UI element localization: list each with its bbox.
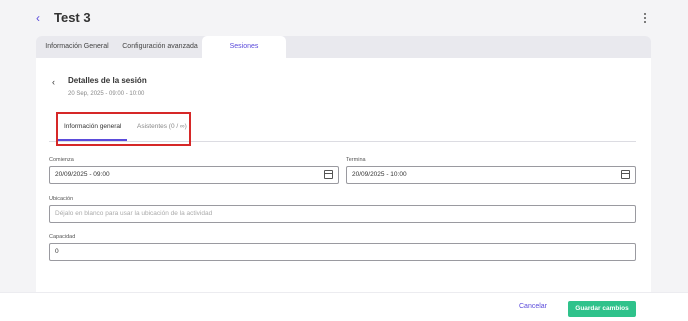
capacity-label: Capacidad <box>49 234 76 240</box>
capacity-input[interactable]: 0 <box>49 243 636 261</box>
end-value: 20/09/2025 - 10:00 <box>352 171 407 178</box>
cancel-button[interactable]: Cancelar <box>519 303 547 310</box>
top-bar: ‹ Test 3 <box>0 0 688 36</box>
session-title: Detalles de la sesión <box>68 76 147 85</box>
start-datetime-input[interactable]: 20/09/2025 - 09:00 <box>49 166 339 184</box>
end-datetime-input[interactable]: 20/09/2025 - 10:00 <box>346 166 636 184</box>
end-label: Termina <box>346 157 366 163</box>
session-back-icon[interactable]: ‹ <box>52 77 62 87</box>
calendar-icon[interactable] <box>324 170 333 179</box>
tab-informacion-general[interactable]: Información General <box>36 36 118 58</box>
kebab-menu-icon[interactable] <box>639 11 651 25</box>
back-chevron-icon[interactable]: ‹ <box>36 12 48 24</box>
session-subtitle: 20 Sep, 2025 - 09:00 - 10:00 <box>68 91 145 97</box>
main-tabs: Información General Configuración avanza… <box>36 36 651 58</box>
page-title: Test 3 <box>54 10 91 25</box>
tab-configuracion-avanzada[interactable]: Configuración avanzada <box>118 36 202 58</box>
calendar-icon[interactable] <box>621 170 630 179</box>
location-label: Ubicación <box>49 196 74 202</box>
tab-sesiones[interactable]: Sesiones <box>202 36 286 58</box>
annotation-highlight-box <box>56 112 191 146</box>
location-input[interactable]: Déjalo en blanco para usar la ubicación … <box>49 205 636 223</box>
save-changes-button[interactable]: Guardar cambios <box>568 301 636 317</box>
start-label: Comienza <box>49 157 74 163</box>
start-value: 20/09/2025 - 09:00 <box>55 171 110 178</box>
